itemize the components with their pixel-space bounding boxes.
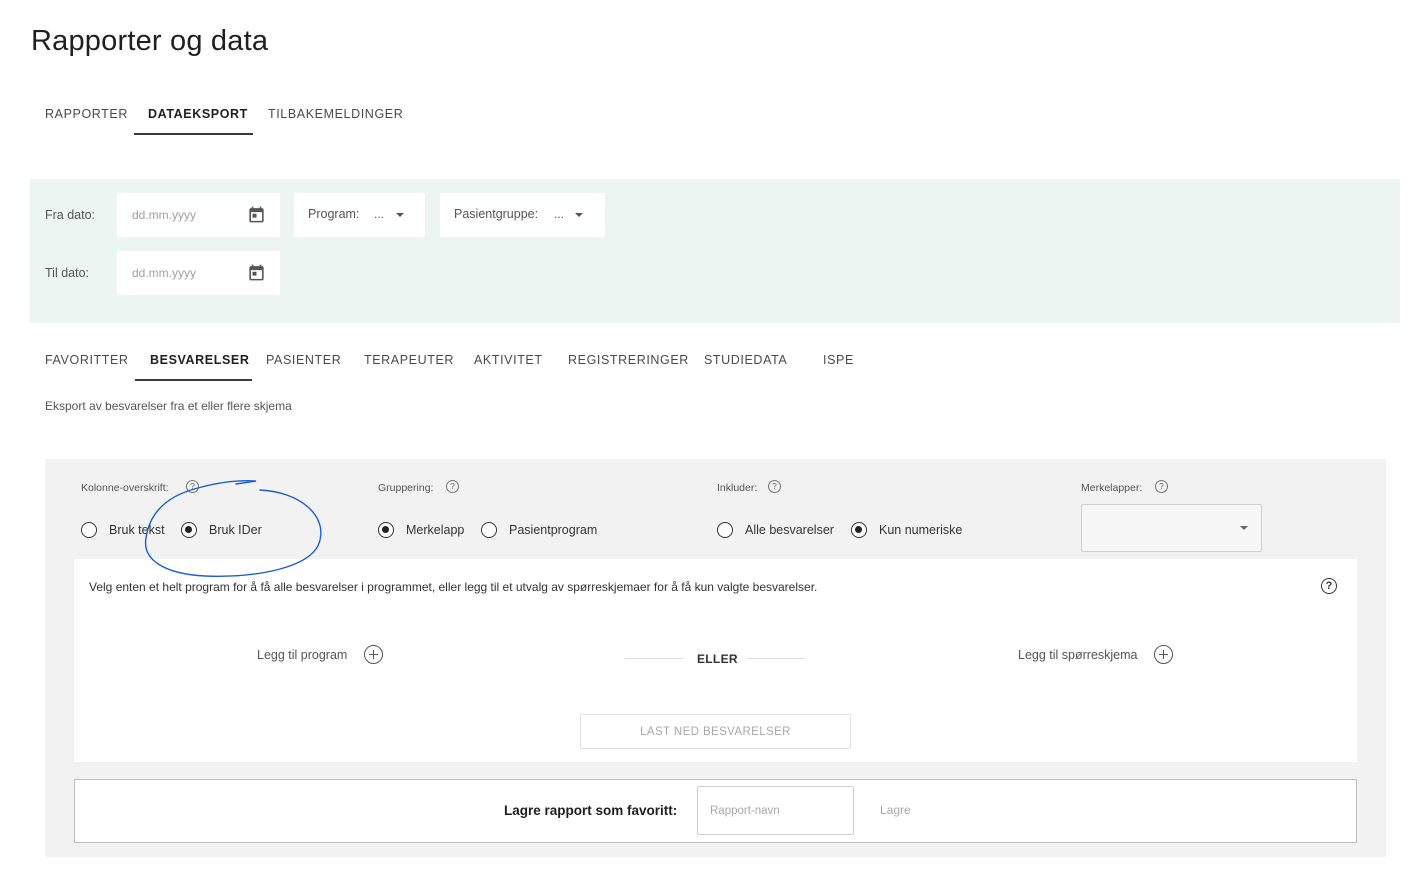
include-label: Inkluder: bbox=[717, 482, 758, 494]
to-date-placeholder: dd.mm.yyyy bbox=[132, 266, 197, 280]
from-date-label: Fra dato: bbox=[45, 208, 96, 222]
page-title: Rapporter og data bbox=[31, 25, 269, 57]
active-tab-indicator bbox=[134, 133, 253, 135]
divider-right bbox=[747, 658, 805, 659]
subtab-terapeuter[interactable]: TERAPEUTER bbox=[364, 353, 454, 367]
selection-instruction: Velg enten et helt program for å få alle… bbox=[89, 580, 818, 594]
save-favorite-label: Lagre rapport som favoritt: bbox=[504, 803, 678, 818]
program-select-label: Program: bbox=[308, 207, 360, 221]
help-icon[interactable]: ? bbox=[446, 480, 459, 493]
calendar-icon[interactable] bbox=[247, 205, 266, 224]
subtab-registreringer[interactable]: REGISTRERINGER bbox=[568, 353, 689, 367]
download-responses-button[interactable]: LAST NED BESVARELSER bbox=[580, 714, 851, 749]
radio-pasientprogram[interactable] bbox=[481, 522, 497, 538]
calendar-icon[interactable] bbox=[247, 263, 266, 282]
radio-bruk-tekst[interactable] bbox=[81, 522, 97, 538]
grouping-label: Gruppering: bbox=[378, 482, 434, 494]
column-header-label: Kolonne-overskrift: bbox=[81, 482, 169, 494]
radio-kun-numeriske[interactable] bbox=[851, 522, 867, 538]
radio-alle-besvarelser[interactable] bbox=[717, 522, 733, 538]
report-name-input[interactable] bbox=[697, 786, 854, 835]
add-questionnaire-plus-icon[interactable] bbox=[1154, 645, 1173, 664]
help-icon[interactable]: ? bbox=[1321, 578, 1337, 594]
radio-kun-numeriske-label: Kun numeriske bbox=[879, 523, 963, 537]
from-date-placeholder: dd.mm.yyyy bbox=[132, 208, 197, 222]
from-date-field[interactable]: dd.mm.yyyy bbox=[117, 193, 280, 237]
subtab-besvarelser[interactable]: BESVARELSER bbox=[150, 353, 249, 367]
labels-label: Merkelapper: bbox=[1081, 482, 1143, 494]
radio-merkelapp[interactable] bbox=[378, 522, 394, 538]
radio-merkelapp-label: Merkelapp bbox=[406, 523, 465, 537]
add-questionnaire-label[interactable]: Legg til spørreskjema bbox=[1018, 648, 1138, 662]
help-icon[interactable]: ? bbox=[186, 480, 199, 493]
tab-rapporter[interactable]: RAPPORTER bbox=[45, 107, 128, 121]
subtab-pasienter[interactable]: PASIENTER bbox=[266, 353, 341, 367]
chevron-down-icon bbox=[575, 213, 583, 217]
add-program-plus-icon[interactable] bbox=[364, 645, 383, 664]
save-button[interactable]: Lagre bbox=[880, 803, 911, 817]
help-icon[interactable]: ? bbox=[768, 480, 781, 493]
subtab-ispe[interactable]: ISPE bbox=[823, 353, 854, 367]
radio-bruk-tekst-label: Bruk tekst bbox=[109, 523, 165, 537]
program-select-value: ... bbox=[374, 207, 385, 221]
or-divider-text: ELLER bbox=[697, 652, 738, 666]
subtab-aktivitet[interactable]: AKTIVITET bbox=[474, 353, 543, 367]
tab-dataeksport[interactable]: DATAEKSPORT bbox=[148, 107, 248, 121]
radio-bruk-ider-label: Bruk IDer bbox=[209, 523, 262, 537]
tab-tilbakemeldinger[interactable]: TILBAKEMELDINGER bbox=[268, 107, 403, 121]
subtab-studiedata[interactable]: STUDIEDATA bbox=[704, 353, 787, 367]
patient-group-select-label: Pasientgruppe: bbox=[454, 207, 539, 221]
radio-alle-besvarelser-label: Alle besvarelser bbox=[745, 523, 834, 537]
export-description: Eksport av besvarelser fra et eller fler… bbox=[45, 399, 292, 413]
to-date-label: Til dato: bbox=[45, 266, 90, 280]
active-subtab-indicator bbox=[135, 379, 252, 381]
help-icon[interactable]: ? bbox=[1155, 480, 1168, 493]
program-select[interactable]: Program: ... bbox=[294, 193, 425, 237]
radio-pasientprogram-label: Pasientprogram bbox=[509, 523, 598, 537]
divider-left bbox=[625, 658, 683, 659]
labels-dropdown[interactable] bbox=[1081, 504, 1262, 552]
patient-group-select-value: ... bbox=[554, 207, 565, 221]
chevron-down-icon bbox=[396, 213, 404, 217]
patient-group-select[interactable]: Pasientgruppe: ... bbox=[440, 193, 605, 237]
subtab-favoritter[interactable]: FAVORITTER bbox=[45, 353, 129, 367]
add-program-label[interactable]: Legg til program bbox=[257, 648, 347, 662]
to-date-field[interactable]: dd.mm.yyyy bbox=[117, 251, 280, 295]
chevron-down-icon bbox=[1240, 526, 1248, 530]
radio-bruk-ider[interactable] bbox=[181, 522, 197, 538]
